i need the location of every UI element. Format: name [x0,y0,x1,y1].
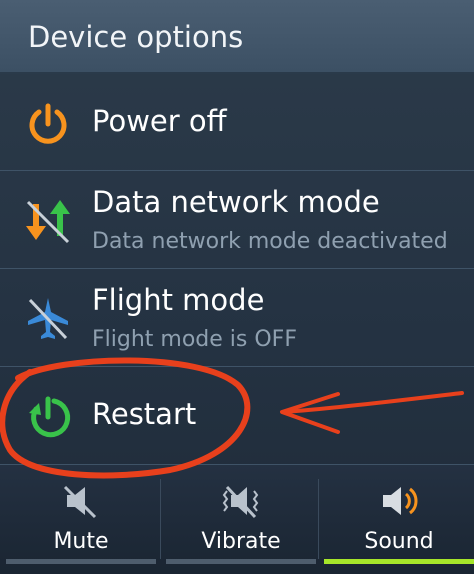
dialog-title-bar: Device options [0,0,474,74]
selection-indicator [6,559,156,564]
option-label: Data network mode [92,185,380,219]
speaker-icon [383,487,418,515]
option-flight-mode[interactable]: Flight mode Flight mode is OFF [0,269,474,367]
selection-indicator [166,559,316,564]
airplane-icon [28,298,68,340]
sound-mode-label: Vibrate [201,529,281,554]
restart-icon [29,396,71,438]
vibrate-icon [222,485,259,519]
sound-mode-label: Sound [364,529,434,554]
data-network-icon [26,200,70,244]
sound-mode-sound[interactable]: Sound [324,465,474,574]
divider [160,479,161,559]
option-power-off[interactable]: Power off [0,74,474,171]
sound-mode-vibrate[interactable]: Vibrate [166,465,316,574]
option-data-network-mode[interactable]: Data network mode Data network mode deac… [0,171,474,269]
option-restart[interactable]: Restart [0,367,474,465]
selection-indicator [324,559,474,564]
device-options-dialog: Device options Power off Data network mo… [0,0,474,574]
sound-mode-bar: Mute Vibrate Sound [0,465,474,574]
sound-mode-mute[interactable]: Mute [6,465,156,574]
mute-icon [63,485,97,519]
power-icon [29,103,67,144]
option-label: Flight mode [92,283,265,317]
divider [318,479,319,559]
option-label: Restart [92,397,197,431]
sound-mode-label: Mute [53,529,109,554]
option-label: Power off [92,104,227,138]
option-status: Data network mode deactivated [92,229,448,254]
option-status: Flight mode is OFF [92,327,297,352]
dialog-title: Device options [28,20,244,54]
